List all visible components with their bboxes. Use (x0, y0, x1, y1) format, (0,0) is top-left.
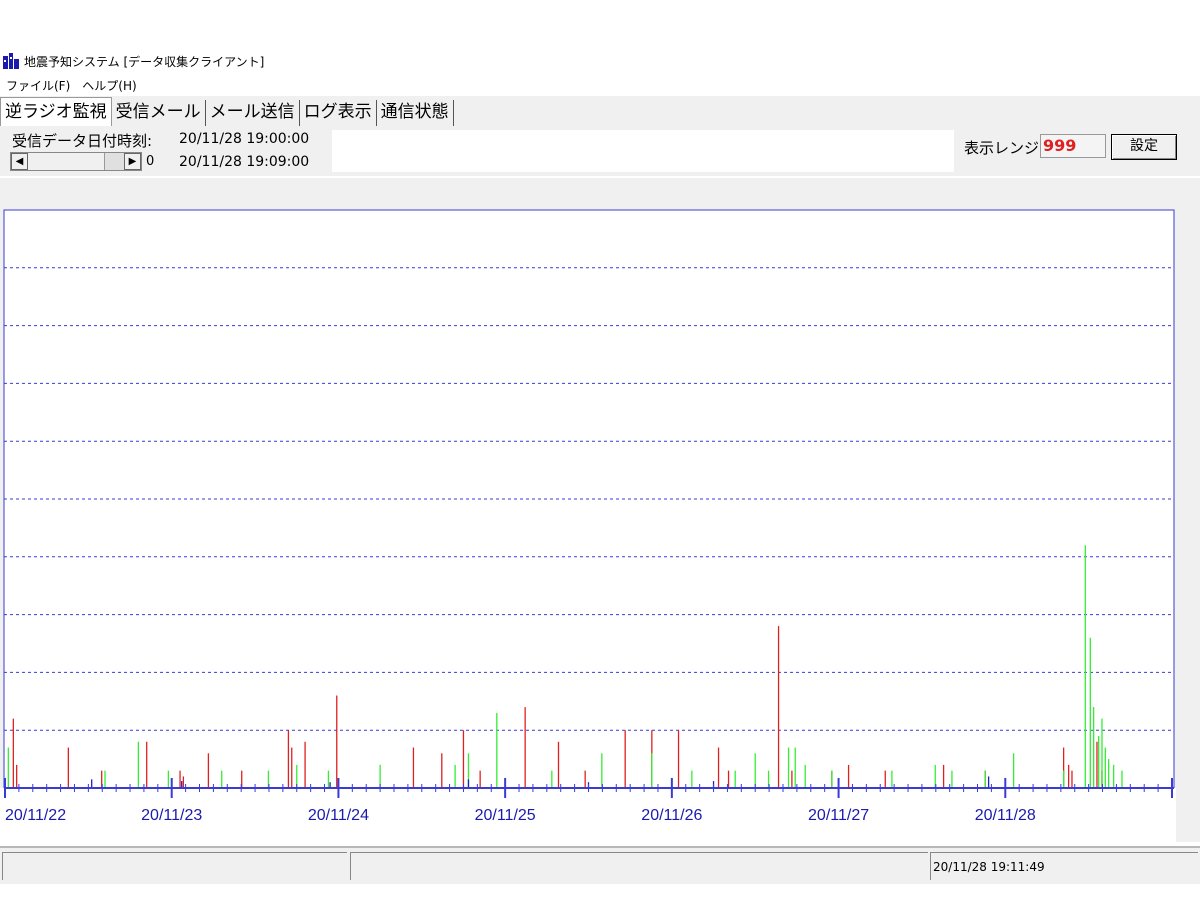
x-tick-label: 20/11/25 (475, 807, 536, 824)
display-range-value: 999 (1043, 136, 1077, 155)
tab-received-mail[interactable]: 受信メール (112, 100, 206, 126)
tab-send-mail[interactable]: メール送信 (206, 100, 300, 126)
x-tick-label: 20/11/28 (975, 807, 1036, 824)
display-range-label: 表示レンジ: (964, 139, 1045, 157)
x-tick-label: 20/11/23 (141, 807, 202, 824)
scroll-position-value: 0 (146, 154, 155, 169)
menu-file[interactable]: ファイル(F) (0, 77, 76, 94)
tab-bar: 逆ラジオ監視 受信メール メール送信 ログ表示 通信状態 (0, 96, 1200, 126)
control-panel: 受信データ日付時刻: 20/11/28 19:00:00 20/11/28 19… (0, 126, 1200, 176)
scroll-right-arrow-icon[interactable]: ▶ (124, 153, 141, 170)
menu-bar: ファイル(F) ヘルプ(H) (0, 74, 1200, 96)
time-scrollbar[interactable]: ◀ ▶ (10, 152, 142, 171)
tab-comm-status[interactable]: 通信状態 (377, 100, 454, 126)
info-display-area (332, 130, 954, 172)
status-pane-left (2, 852, 347, 880)
scroll-left-arrow-icon[interactable]: ◀ (11, 153, 28, 170)
display-range-input[interactable]: 999 (1040, 134, 1106, 158)
tab-log-view[interactable]: ログ表示 (300, 100, 377, 126)
status-bar: 20/11/28 19:11:49 (0, 846, 1200, 884)
x-tick-label: 20/11/22 (5, 807, 66, 824)
set-button[interactable]: 設定 (1111, 134, 1177, 160)
menu-help[interactable]: ヘルプ(H) (76, 77, 142, 94)
title-bar: 地震予知システム [データ収集クライアント] (0, 50, 1200, 72)
window-title: 地震予知システム [データ収集クライアント] (24, 54, 265, 69)
x-tick-label: 20/11/24 (308, 807, 369, 824)
received-time-end: 20/11/28 19:09:00 (179, 154, 310, 170)
x-tick-label: 20/11/26 (641, 807, 702, 824)
status-pane-middle (350, 852, 928, 880)
signal-chart: 20/11/22 20/11/23 20/11/24 20/11/25 20/11/26… (0, 209, 1176, 842)
tab-inverse-radio-monitor[interactable]: 逆ラジオ監視 (0, 97, 112, 126)
status-datetime: 20/11/28 19:11:49 (930, 852, 1198, 880)
x-tick-label: 20/11/27 (808, 807, 869, 824)
chart-area: 20/11/22 20/11/23 20/11/24 20/11/25 20/11/26… (0, 178, 1200, 842)
received-datetime-label: 受信データ日付時刻: (12, 132, 153, 150)
app-icon (3, 53, 19, 69)
received-time-start: 20/11/28 19:00:00 (179, 131, 310, 147)
